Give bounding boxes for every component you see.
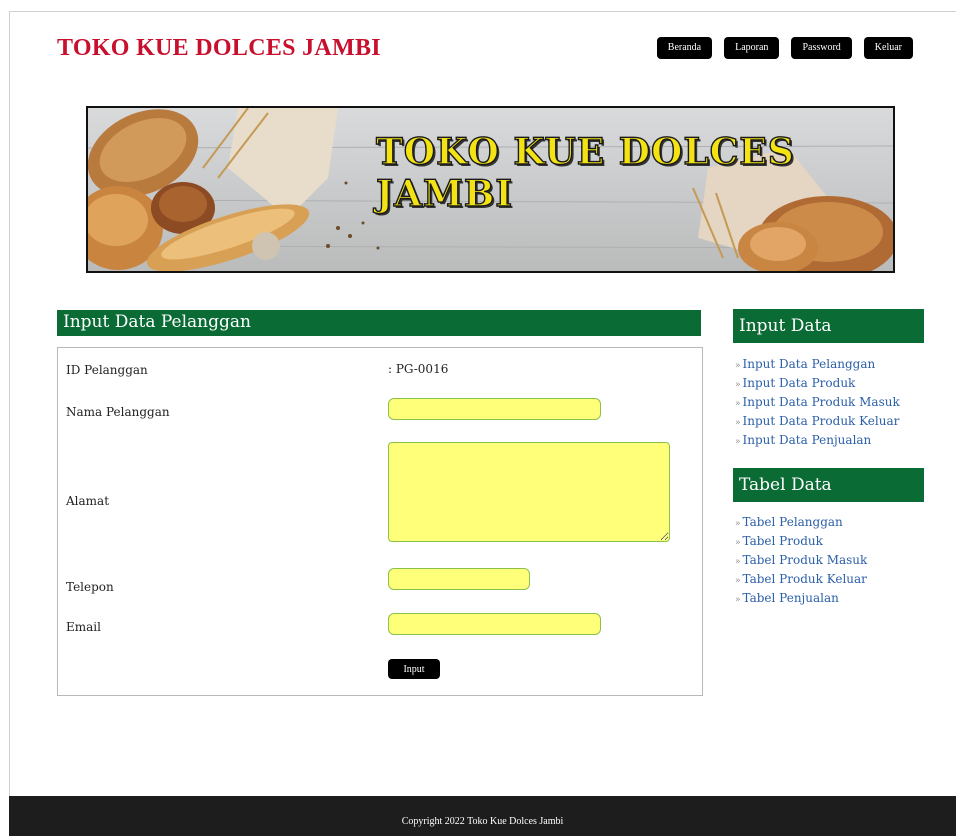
- customer-input-form: ID Pelanggan : PG-0016 Nama Pelanggan Al…: [57, 347, 703, 696]
- chevron-right-icon: »: [735, 437, 741, 447]
- sidebar-item-input-produk-keluar[interactable]: » Input Data Produk Keluar: [735, 413, 900, 432]
- sidebar-item-tabel-produk[interactable]: » Tabel Produk: [735, 533, 867, 552]
- sidebar-item-input-penjualan[interactable]: » Input Data Penjualan: [735, 432, 900, 451]
- sidebar-item-tabel-produk-masuk[interactable]: » Tabel Produk Masuk: [735, 552, 867, 571]
- nama-pelanggan-input[interactable]: [388, 398, 601, 420]
- nav-keluar-button[interactable]: Keluar: [863, 37, 913, 59]
- telepon-label: Telepon: [66, 580, 114, 594]
- email-label: Email: [66, 620, 101, 634]
- chevron-right-icon: »: [735, 576, 741, 586]
- telepon-input[interactable]: [388, 568, 530, 590]
- alamat-label: Alamat: [66, 494, 110, 508]
- chevron-right-icon: »: [735, 519, 741, 529]
- sidebar-input-header: Input Data: [733, 309, 924, 343]
- chevron-right-icon: »: [735, 361, 741, 371]
- sidebar-item-input-produk-masuk[interactable]: » Input Data Produk Masuk: [735, 394, 900, 413]
- nav-password-button[interactable]: Password: [791, 37, 852, 59]
- sidebar-item-input-pelanggan[interactable]: » Input Data Pelanggan: [735, 356, 900, 375]
- footer-copyright: Copyright 2022 Toko Kue Dolces Jambi: [9, 796, 956, 836]
- sidebar-tabel-list: » Tabel Pelanggan » Tabel Produk » Tabel Pr…: [735, 514, 867, 609]
- input-submit-button[interactable]: Input: [388, 659, 440, 679]
- sidebar-item-input-produk[interactable]: » Input Data Produk: [735, 375, 900, 394]
- nav-beranda-button[interactable]: Beranda: [656, 37, 713, 59]
- sidebar-tabel-header: Tabel Data: [733, 468, 924, 502]
- id-label: ID Pelanggan: [66, 363, 148, 377]
- id-value: : PG-0016: [388, 362, 449, 376]
- email-input[interactable]: [388, 613, 601, 635]
- nama-label: Nama Pelanggan: [66, 405, 170, 419]
- alamat-textarea[interactable]: [388, 442, 670, 542]
- sidebar-input-list: » Input Data Pelanggan » Input Data Produk…: [735, 356, 900, 451]
- chevron-right-icon: »: [735, 399, 741, 409]
- chevron-right-icon: »: [735, 557, 741, 567]
- chevron-right-icon: »: [735, 380, 741, 390]
- sidebar-item-tabel-pelanggan[interactable]: » Tabel Pelanggan: [735, 514, 867, 533]
- chevron-right-icon: »: [735, 538, 741, 548]
- chevron-right-icon: »: [735, 595, 741, 605]
- sidebar-item-tabel-penjualan[interactable]: » Tabel Penjualan: [735, 590, 867, 609]
- site-title: TOKO KUE DOLCES JAMBI: [57, 35, 381, 61]
- sidebar-item-tabel-produk-keluar[interactable]: » Tabel Produk Keluar: [735, 571, 867, 590]
- top-nav: Beranda Laporan Password Keluar: [656, 37, 913, 59]
- banner-title: TOKO KUE DOLCES JAMBI: [375, 130, 795, 215]
- chevron-right-icon: »: [735, 418, 741, 428]
- banner: TOKO KUE DOLCES JAMBI: [86, 106, 895, 273]
- nav-laporan-button[interactable]: Laporan: [724, 37, 780, 59]
- main-section-header: Input Data Pelanggan: [57, 310, 701, 336]
